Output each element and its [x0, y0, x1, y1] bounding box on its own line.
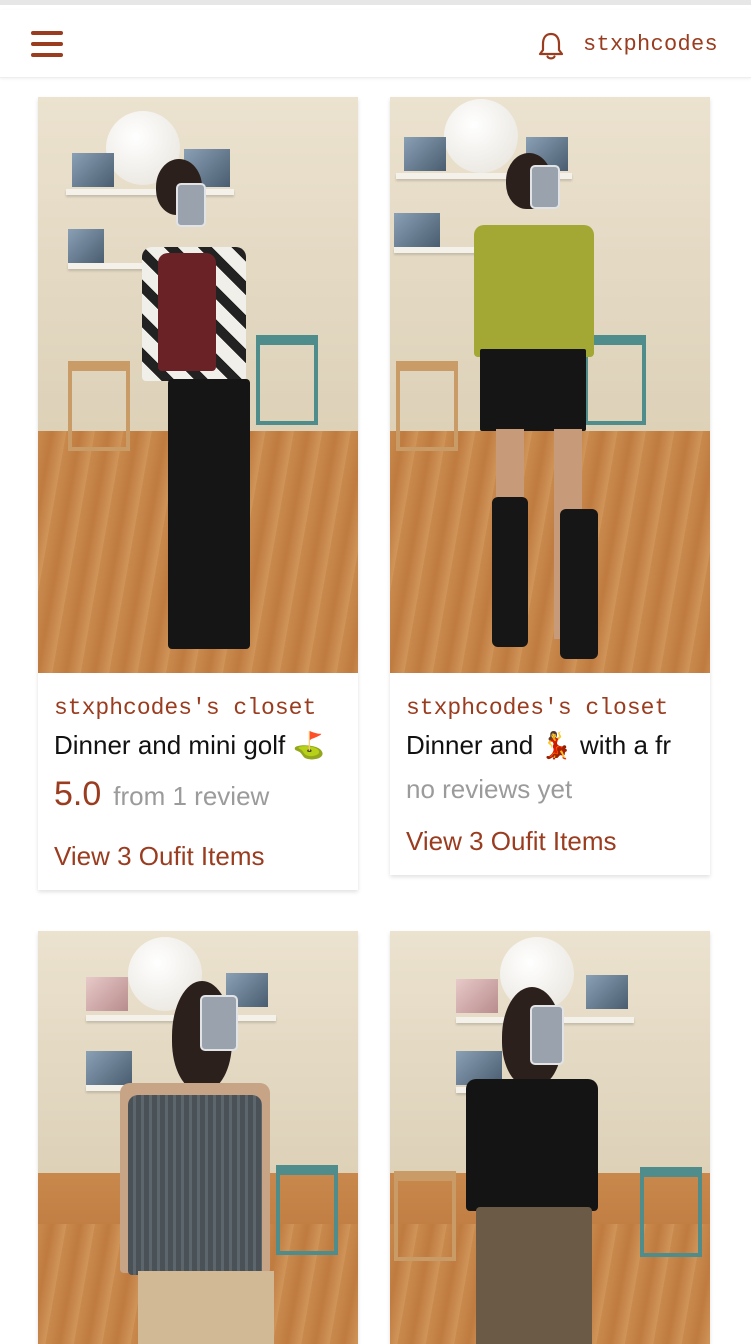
hamburger-menu-icon[interactable]	[28, 27, 66, 61]
outfit-card: stxphcodes's closet Dinner and 💃 with a …	[390, 97, 710, 875]
outfit-photo[interactable]	[38, 97, 358, 673]
view-outfit-items-link[interactable]: View 3 Oufit Items	[406, 821, 694, 861]
closet-label[interactable]: stxphcodes's closet	[406, 691, 694, 725]
closet-label[interactable]: stxphcodes's closet	[54, 691, 342, 725]
no-reviews-text: no reviews yet	[406, 774, 573, 804]
outfit-card	[38, 931, 358, 1344]
outfit-card	[390, 931, 710, 1344]
rating-row: 5.0 from 1 review	[54, 771, 342, 824]
outfit-photo[interactable]	[390, 931, 710, 1344]
outfit-photo[interactable]	[38, 931, 358, 1344]
review-count: from 1 review	[113, 781, 270, 811]
rating-value: 5.0	[54, 775, 102, 813]
top-nav-bar: stxphcodes	[0, 10, 751, 78]
view-outfit-items-link[interactable]: View 3 Oufit Items	[54, 836, 342, 876]
outfit-photo[interactable]	[390, 97, 710, 673]
username-link[interactable]: stxphcodes	[583, 32, 718, 57]
outfit-card: stxphcodes's closet Dinner and mini golf…	[38, 97, 358, 890]
bell-icon[interactable]	[537, 31, 565, 61]
outfit-title: Dinner and mini golf ⛳	[54, 730, 325, 760]
outfit-title: Dinner and 💃 with a fr	[406, 730, 672, 760]
